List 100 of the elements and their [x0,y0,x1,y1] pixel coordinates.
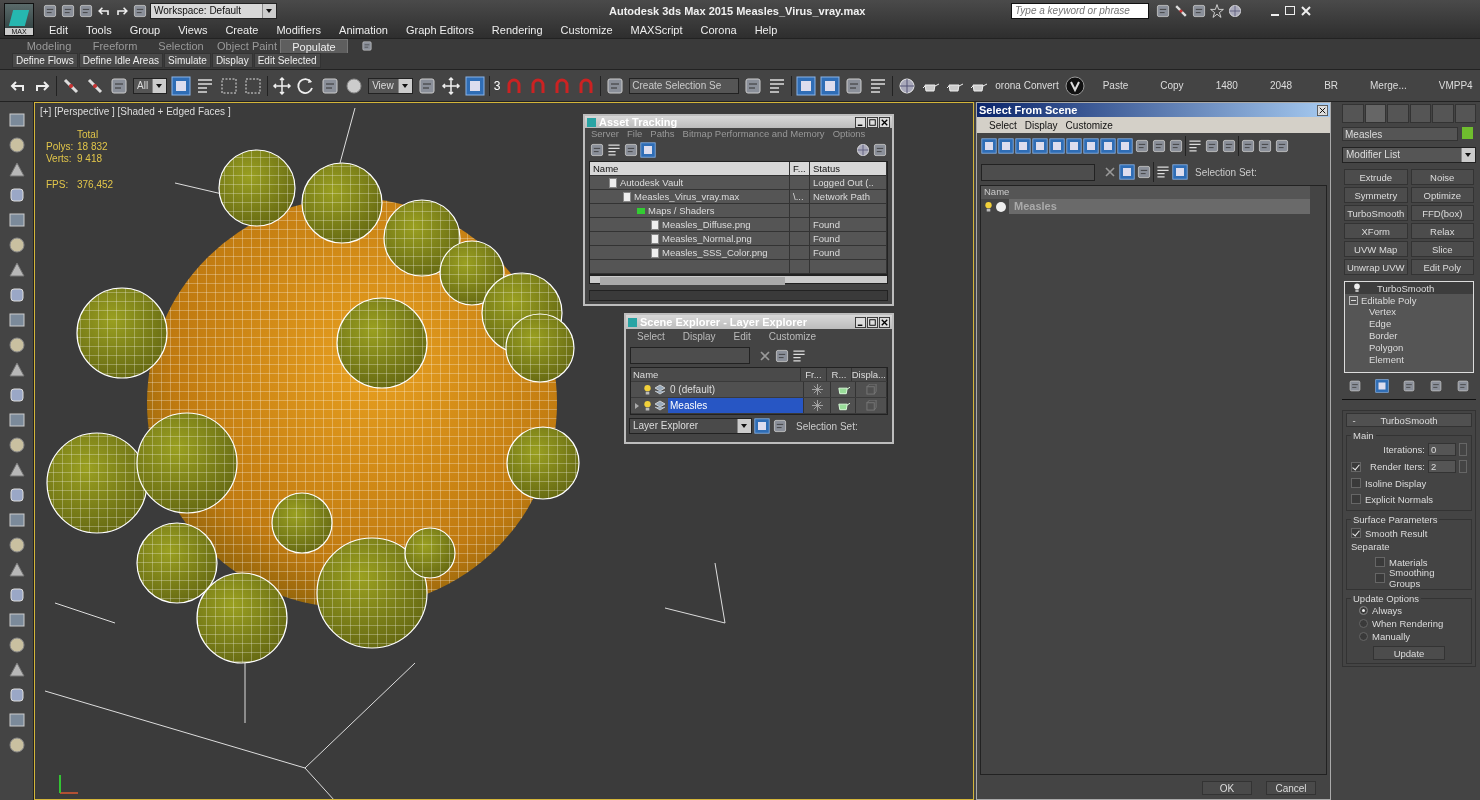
close-icon[interactable] [1317,104,1328,116]
ribbon-tab[interactable]: Selection [148,39,214,53]
column-header[interactable]: R... [827,368,852,381]
column-header[interactable]: Fr... [800,368,828,381]
workspace-dropdown[interactable]: Workspace: Default [150,2,277,19]
object-name-field[interactable]: Measles [1342,127,1458,141]
checkbox[interactable] [1351,461,1361,472]
checkbox-label[interactable]: Smooth Result [1365,527,1428,539]
ribbon-tab[interactable]: Freeform [82,39,148,53]
asset-name[interactable]: Autodesk Vault [620,177,684,188]
modifier-button[interactable]: Unwrap UVW [1344,259,1408,275]
menu-item[interactable]: Create [216,23,268,36]
stack-item[interactable]: Editable Poly [1361,294,1417,306]
lightbulb-icon[interactable] [643,383,652,396]
menu-item[interactable]: Options [828,128,870,139]
menu-item[interactable]: Modifiers [267,23,331,36]
collapse-icon[interactable] [1349,295,1358,305]
list-view-icon[interactable] [606,142,622,158]
star-icon[interactable] [1209,2,1225,19]
checkbox[interactable] [1351,478,1361,488]
freeze-icon[interactable] [811,400,823,411]
menu-item[interactable]: Animation [330,23,397,36]
sub-object-item[interactable]: Polygon [1369,342,1404,353]
menu-item[interactable]: Edit [724,331,760,342]
checkbox[interactable] [1375,557,1385,567]
vray-logo-icon[interactable] [1064,75,1085,96]
minimize-icon[interactable] [855,316,866,328]
spinner-field[interactable]: 2 [1428,460,1456,473]
ribbon-button[interactable]: Simulate [164,53,211,68]
snap-toggle[interactable]: 3 [493,78,501,93]
menu-item[interactable]: Display [1020,119,1062,131]
radio-button[interactable] [1359,619,1368,628]
column-header[interactable]: Status [810,162,887,175]
toolbar-button[interactable]: 2048 [1255,80,1307,91]
update-button[interactable]: Update [1373,646,1445,660]
lightbulb-icon[interactable] [1353,283,1361,293]
lightbulb-icon[interactable] [643,399,652,412]
toolbar-button[interactable]: Merge... [1356,80,1421,91]
menu-item[interactable]: Group [120,23,170,36]
lightbulb-icon[interactable] [984,200,993,213]
checkbox-label[interactable]: Materials [1389,556,1428,568]
freeze-icon[interactable] [811,384,823,395]
sub-object-item[interactable]: Edge [1369,318,1392,329]
modifier-button[interactable]: Relax [1410,223,1474,239]
modifier-button[interactable]: Edit Poly [1410,259,1474,275]
modifier-button[interactable]: Extrude [1344,169,1408,185]
horizontal-scrollbar[interactable] [589,275,888,284]
modifier-button[interactable]: XForm [1344,223,1408,239]
checkbox[interactable] [1351,494,1361,504]
selection-set-dropdown[interactable]: Selection Set: [1195,166,1257,178]
asset-name[interactable]: Maps / Shaders [648,205,715,216]
maximize-icon[interactable] [867,116,878,128]
search-field[interactable] [981,163,1095,181]
menu-item[interactable]: Customize [759,331,826,342]
rollout-header[interactable]: - TurboSmooth [1346,413,1472,427]
radio-label[interactable]: When Rendering [1372,618,1444,629]
ribbon-button[interactable]: Define Idle Areas [78,53,163,68]
checkbox-label[interactable]: Isoline Display [1365,477,1427,489]
modifier-list-dropdown[interactable]: Modifier List [1342,147,1476,163]
menu-item[interactable]: Select [628,331,674,342]
asset-name[interactable]: Measles_Normal.png [662,233,752,244]
menu-item[interactable]: Customize [551,23,622,36]
named-selection-field[interactable]: Create Selection Se [629,77,740,94]
minimize-icon[interactable] [1271,13,1279,16]
menu-item[interactable]: Tools [76,23,121,36]
menu-item[interactable]: Server [587,128,623,139]
ribbon-tab[interactable]: Object Paint [214,39,280,53]
radio-button[interactable] [1359,632,1368,641]
selection-set-dropdown[interactable]: Selection Set: [796,420,858,432]
sub-object-item[interactable]: Border [1369,330,1398,341]
search-field[interactable] [630,347,750,364]
ribbon-button[interactable]: Define Flows [12,53,78,68]
expand-arrow-icon[interactable] [633,401,641,410]
selection-filter-dropdown[interactable]: All [133,77,168,94]
reference-coordinate-dropdown[interactable]: View [368,77,413,94]
menu-item[interactable]: Rendering [482,23,552,36]
asset-name[interactable]: Measles_Virus_vray.max [634,191,740,202]
menu-item[interactable]: File [623,128,647,139]
corona-convert-button[interactable]: orona Convert [993,80,1061,91]
close-icon[interactable] [879,116,890,128]
menu-item[interactable]: Paths [646,128,679,139]
toolbar-button[interactable]: VMPP4 [1424,80,1480,91]
restore-icon[interactable] [1285,6,1295,15]
toolbar-button[interactable]: BR [1310,80,1353,91]
sub-object-item[interactable]: Vertex [1369,306,1396,317]
viewport-label[interactable]: [+] [Perspective ] [Shaded + Edged Faces ] [40,106,231,117]
stack-item[interactable]: TurboSmooth [1345,282,1473,294]
modifier-button[interactable]: Slice [1410,241,1474,257]
toolbar-button[interactable]: 1480 [1201,80,1252,91]
ribbon-button[interactable]: Edit Selected [253,53,321,68]
sub-object-item[interactable]: Element [1369,354,1404,365]
minimize-icon[interactable] [855,116,866,128]
radio-button[interactable] [1359,606,1368,615]
menu-item[interactable]: Select [985,119,1021,131]
asset-name[interactable]: Measles_Diffuse.png [662,219,751,230]
ribbon-tab[interactable]: Modeling [16,39,82,53]
column-header[interactable]: F... [790,162,810,175]
close-icon[interactable] [879,316,890,328]
modifier-button[interactable]: UVW Map [1344,241,1408,257]
checkbox-label[interactable]: Smoothing Groups [1389,567,1467,589]
